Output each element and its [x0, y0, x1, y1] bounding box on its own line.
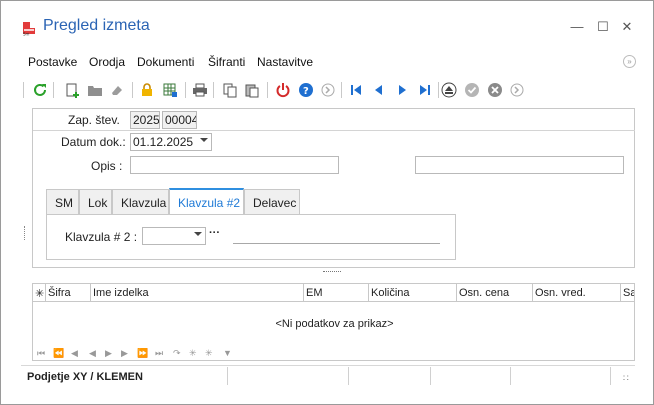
copy-icon[interactable] — [221, 81, 239, 99]
power-icon[interactable] — [274, 81, 292, 99]
app-logo-icon: Sm — [23, 22, 35, 37]
klavzula-2-label: Klavzula # 2 : — [65, 230, 138, 244]
svg-text:?: ? — [303, 86, 309, 97]
grid-nav-prev-small-icon[interactable]: ◀ — [89, 348, 96, 359]
toolbar-separator — [267, 82, 268, 98]
grid-nav-refresh-icon[interactable]: ↷ — [173, 348, 181, 359]
grid-nav-prev-icon[interactable]: ◀ — [71, 348, 78, 359]
panel-splitter[interactable] — [323, 271, 341, 273]
tab-lok[interactable]: Lok — [79, 189, 112, 214]
grid-nav-last-icon[interactable]: ⏭ — [155, 348, 163, 359]
menu-postavke[interactable]: Postavke — [28, 55, 77, 69]
zap-year-field[interactable]: 2025 — [130, 111, 160, 129]
cancel-icon[interactable] — [486, 81, 504, 99]
open-folder-icon[interactable] — [86, 81, 104, 99]
opis-input[interactable] — [130, 156, 339, 174]
new-document-icon[interactable] — [63, 81, 81, 99]
grid-col-sa[interactable]: Sa — [621, 284, 634, 302]
status-separator — [348, 367, 349, 385]
opis-label: Opis : — [91, 159, 123, 173]
grid-header: ✳ Šifra Ime izdelka EM Količina Osn. cen… — [33, 284, 634, 302]
zap-stev-label: Zap. štev. — [68, 113, 120, 127]
grid-col-osn-cena[interactable]: Osn. cena — [457, 284, 533, 302]
toolbar-separator — [213, 82, 214, 98]
grid-nav-append-icon[interactable]: ✳ — [189, 348, 197, 359]
form-divider — [33, 130, 635, 131]
grid-col-kolicina[interactable]: Količina — [369, 284, 457, 302]
toolbar: ? — [21, 79, 621, 101]
grid-nav-next-page-icon[interactable]: ⏩ — [137, 348, 148, 359]
datum-label: Datum dok.: — [61, 135, 126, 149]
tab-klavzula[interactable]: Klavzula — [112, 189, 169, 214]
toolbar-separator — [185, 82, 186, 98]
minimize-button[interactable]: — — [569, 19, 585, 35]
opis-secondary-input[interactable] — [415, 156, 624, 174]
eject-icon[interactable] — [440, 81, 458, 99]
maximize-button[interactable]: ☐ — [595, 19, 611, 35]
tab-klavzula-2[interactable]: Klavzula #2 — [169, 188, 244, 214]
toolbar-separator — [53, 82, 54, 98]
grid-nav-insert-icon[interactable]: ✳ — [205, 348, 213, 359]
forward-small-icon[interactable] — [508, 81, 526, 99]
toolbar-separator — [438, 82, 439, 98]
toolbar-separator — [341, 82, 342, 98]
menu-nastavitve[interactable]: Nastavitve — [257, 55, 313, 69]
grid-col-osn-vred[interactable]: Osn. vred. — [533, 284, 621, 302]
svg-text:Sm: Sm — [23, 32, 30, 37]
help-icon[interactable]: ? — [297, 81, 315, 99]
forward-circle-icon[interactable] — [319, 81, 337, 99]
status-separator — [227, 367, 228, 385]
grid-nav-next-small-icon[interactable]: ▶ — [105, 348, 112, 359]
grid-empty-message: <Ni podatkov za prikaz> — [275, 318, 394, 330]
status-company-user: Podjetje XY / KLEMEN — [27, 371, 143, 383]
status-separator — [430, 367, 431, 385]
grid-nav-next-icon[interactable]: ▶ — [121, 348, 128, 359]
chevron-down-icon — [194, 232, 202, 236]
status-bar-divider — [21, 365, 635, 366]
lock-icon[interactable] — [138, 81, 156, 99]
print-icon[interactable] — [191, 81, 209, 99]
tab-delavec[interactable]: Delavec — [244, 189, 300, 214]
datum-dropdown[interactable]: 01.12.2025 — [130, 133, 212, 151]
grid-col-sifra[interactable]: Šifra — [46, 284, 91, 302]
grid-col-ime-izdelka[interactable]: Ime izdelka — [91, 284, 304, 302]
title-bar: Sm Pregled izmeta — ☐ ✕ — [1, 1, 653, 45]
refresh-icon[interactable] — [31, 81, 49, 99]
paste-icon[interactable] — [243, 81, 261, 99]
confirm-icon[interactable] — [463, 81, 481, 99]
tab-sm[interactable]: SM — [46, 189, 79, 214]
grid-nav-prev-page-icon[interactable]: ⏪ — [53, 348, 64, 359]
panel-splitter-left[interactable] — [24, 226, 25, 240]
zap-number-field[interactable]: 00004 — [162, 111, 197, 129]
toolbar-separator — [23, 82, 24, 98]
grid-settings-icon[interactable] — [161, 81, 179, 99]
close-button[interactable]: ✕ — [619, 19, 635, 35]
window-title: Pregled izmeta — [43, 17, 150, 34]
status-separator — [610, 367, 611, 385]
grid-nav-first-icon[interactable]: ⏮ — [37, 348, 45, 359]
next-record-icon[interactable] — [393, 81, 411, 99]
grid-col-em[interactable]: EM — [304, 284, 369, 302]
grid-col-indicator[interactable]: ✳ — [33, 284, 46, 302]
status-separator — [510, 367, 511, 385]
resize-grip-icon[interactable]: ∷ — [623, 373, 629, 384]
items-grid: ✳ Šifra Ime izdelka EM Količina Osn. cen… — [32, 283, 635, 361]
menu-orodja[interactable]: Orodja — [89, 55, 125, 69]
last-record-icon[interactable] — [416, 81, 434, 99]
klavzula-2-description-field[interactable] — [233, 243, 440, 244]
eraser-icon[interactable] — [108, 81, 126, 99]
datum-value: 01.12.2025 — [133, 135, 194, 149]
klavzula-2-browse-button[interactable]: ··· — [209, 227, 220, 239]
klavzula-2-dropdown[interactable] — [142, 227, 206, 245]
chevron-down-icon — [200, 138, 208, 142]
menu-collapse-icon[interactable]: » — [623, 55, 636, 68]
previous-record-icon[interactable] — [370, 81, 388, 99]
toolbar-separator — [132, 82, 133, 98]
first-record-icon[interactable] — [347, 81, 365, 99]
menu-sifranti[interactable]: Šifranti — [208, 55, 245, 69]
app-window: Sm Pregled izmeta — ☐ ✕ Postavke Orodja … — [0, 0, 654, 405]
menu-dokumenti[interactable]: Dokumenti — [137, 55, 194, 69]
grid-nav-filter-icon[interactable]: ▼ — [223, 348, 232, 358]
